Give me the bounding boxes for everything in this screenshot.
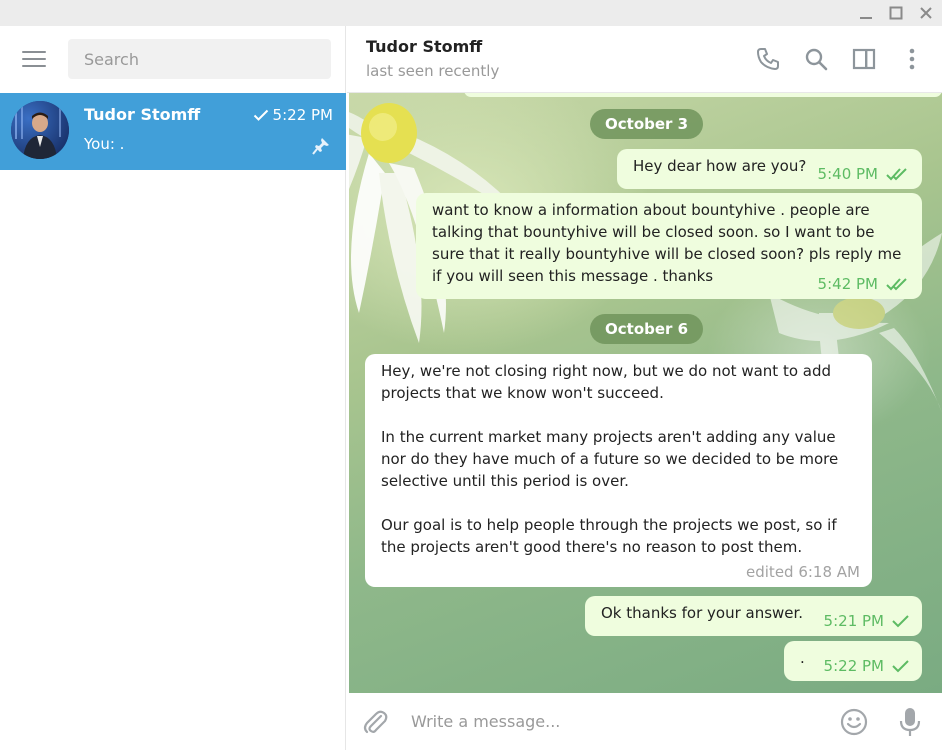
avatar bbox=[11, 101, 69, 159]
message-bubble-cut bbox=[464, 93, 942, 97]
chat-list-item[interactable]: Tudor Stomff 5:22 PM You: . bbox=[0, 93, 346, 170]
minimize-icon[interactable] bbox=[855, 3, 877, 23]
menu-icon[interactable] bbox=[20, 48, 47, 70]
message-input[interactable] bbox=[403, 705, 823, 737]
message-line: want to know a information about bountyh… bbox=[432, 201, 870, 219]
peer-status: last seen recently bbox=[366, 62, 500, 80]
chat-time-label: 5:22 PM bbox=[272, 106, 333, 124]
message-line: projects that we know won't succeed. bbox=[381, 384, 664, 402]
search-icon[interactable] bbox=[803, 46, 829, 72]
double-check-icon bbox=[886, 168, 907, 181]
emoji-icon[interactable] bbox=[840, 708, 868, 736]
outgoing-message[interactable]: . 5:22 PM bbox=[784, 641, 922, 681]
search-input[interactable] bbox=[68, 39, 331, 79]
window-titlebar bbox=[0, 0, 942, 26]
outgoing-message[interactable]: Ok thanks for your answer. 5:21 PM bbox=[585, 596, 922, 636]
message-meta: 5:21 PM bbox=[824, 610, 910, 632]
chat-name: Tudor Stomff bbox=[84, 105, 201, 124]
check-icon bbox=[892, 660, 909, 673]
message-line: selective until this period is over. bbox=[381, 472, 629, 490]
outgoing-message[interactable]: Hey dear how are you? 5:40 PM bbox=[617, 149, 922, 189]
phone-icon[interactable] bbox=[755, 46, 781, 72]
message-line: the projects aren't good there's no reas… bbox=[381, 538, 803, 556]
message-text: Ok thanks for your answer. bbox=[601, 604, 804, 622]
more-options-icon[interactable] bbox=[899, 46, 925, 72]
message-time: 5:22 PM bbox=[823, 657, 884, 675]
message-meta: edited 6:18 AM bbox=[746, 561, 860, 583]
message-time: 5:21 PM bbox=[823, 612, 884, 630]
sidebar-header bbox=[0, 26, 346, 93]
maximize-icon[interactable] bbox=[885, 3, 907, 23]
close-icon[interactable] bbox=[915, 3, 937, 23]
message-line: nor do they have much of a future so we … bbox=[381, 450, 839, 468]
chat-preview: You: . bbox=[84, 135, 125, 153]
message-meta: 5:40 PM bbox=[818, 163, 910, 185]
read-check-icon bbox=[253, 109, 268, 121]
sidebar: Tudor Stomff 5:22 PM You: . bbox=[0, 26, 346, 750]
message-text: Hey dear how are you? bbox=[633, 157, 807, 175]
message-line: sure that it really bountyhive will be c… bbox=[432, 245, 902, 263]
sidebar-toggle-icon[interactable] bbox=[851, 46, 877, 72]
date-separator: October 3 bbox=[590, 109, 704, 139]
message-meta: 5:42 PM bbox=[818, 273, 910, 295]
check-icon bbox=[892, 615, 909, 628]
message-meta: 5:22 PM bbox=[824, 655, 910, 677]
message-text: . bbox=[800, 649, 805, 667]
message-composer bbox=[347, 693, 942, 750]
chat-header: Tudor Stomff last seen recently bbox=[347, 26, 942, 93]
message-line: In the current market many projects aren… bbox=[381, 428, 836, 446]
double-check-icon bbox=[886, 278, 907, 291]
message-line: talking that bountyhive will be closed s… bbox=[432, 223, 875, 241]
message-time: 5:42 PM bbox=[817, 275, 878, 293]
outgoing-message[interactable]: want to know a information about bountyh… bbox=[416, 193, 922, 299]
message-list[interactable]: October 3 Hey dear how are you? 5:40 PM … bbox=[349, 93, 942, 693]
chat-panel: Tudor Stomff last seen recently October … bbox=[347, 26, 942, 750]
message-time: edited 6:18 AM bbox=[746, 563, 860, 581]
attach-icon[interactable] bbox=[361, 708, 389, 736]
incoming-message[interactable]: Hey, we're not closing right now, but we… bbox=[365, 354, 872, 587]
date-separator: October 6 bbox=[590, 314, 704, 344]
pin-icon bbox=[312, 138, 329, 155]
microphone-icon[interactable] bbox=[898, 707, 922, 737]
message-time: 5:40 PM bbox=[817, 165, 878, 183]
chat-time: 5:22 PM bbox=[253, 106, 333, 124]
peer-name[interactable]: Tudor Stomff bbox=[366, 37, 482, 56]
message-line: Our goal is to help people through the p… bbox=[381, 516, 837, 534]
message-line: Hey, we're not closing right now, but we… bbox=[381, 362, 831, 380]
